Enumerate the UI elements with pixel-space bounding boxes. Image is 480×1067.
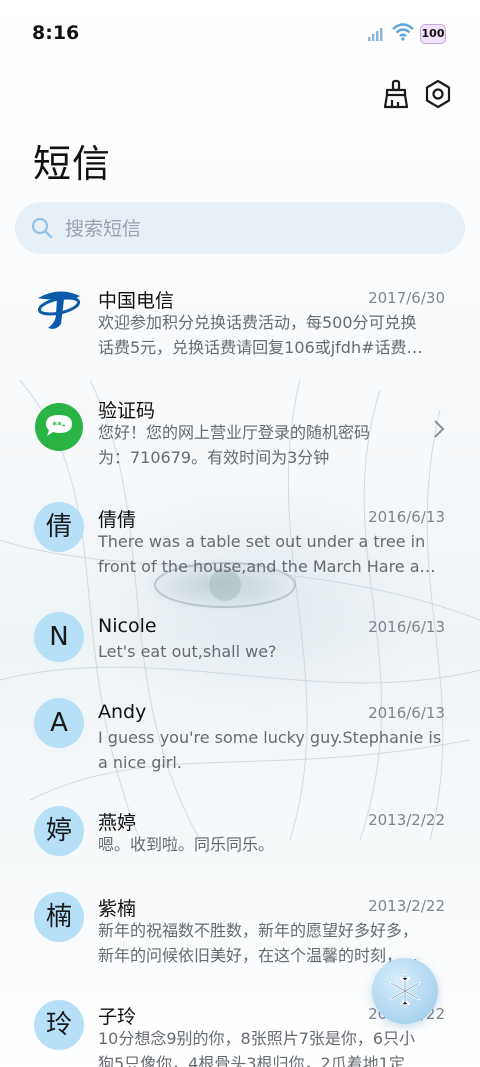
search-bar[interactable]	[15, 202, 465, 254]
battery-icon: 100	[420, 24, 446, 44]
message-preview: 您好！您的网上营业厅登录的随机密码 为：710679。有效时间为3分钟	[98, 420, 444, 470]
message-preview: There was a table set out under a tree i…	[98, 529, 444, 579]
page-title: 短信	[33, 142, 112, 186]
chevron-right-icon	[432, 418, 446, 444]
sender-name: 验证码	[98, 400, 156, 422]
message-date: 2013/2/22	[368, 897, 445, 915]
search-input[interactable]	[63, 212, 447, 246]
sender-name: 子玲	[98, 1006, 137, 1028]
sender-name: 倩倩	[98, 509, 137, 531]
preview-line-1: Let's eat out,shall we?	[98, 642, 277, 661]
preview-line-1: 欢迎参加积分兑换话费活动，每500分可兑换	[98, 313, 417, 332]
preview-line-2: 狗5只像你，4根骨头3根归你，2爪着地1定…	[98, 1054, 421, 1067]
preview-line-2: 为：710679。有效时间为3分钟	[98, 448, 330, 467]
preview-line-1: 10分想念9别的你，8张照片7张是你，6只小	[98, 1029, 416, 1048]
sender-name: Andy	[98, 701, 147, 723]
preview-line-1: 新年的祝福数不胜数，新年的愿望好多好多，	[98, 921, 419, 940]
message-date: 2016/6/13	[368, 508, 445, 526]
message-date: 2016/6/13	[368, 704, 445, 722]
sender-name: 燕婷	[98, 812, 137, 834]
avatar: 玲	[34, 1000, 84, 1050]
message-item-qianqian[interactable]: 倩 倩倩 2016/6/13 There was a table set out…	[0, 490, 480, 600]
status-bar: 8:16 100	[0, 0, 480, 66]
message-preview: 10分想念9别的你，8张照片7张是你，6只小 狗5只像你，4根骨头3根归你，2爪…	[98, 1026, 444, 1067]
preview-line-1: 嗯。收到啦。同乐同乐。	[98, 835, 275, 854]
verification-message-icon: **-	[34, 402, 84, 452]
message-item-yanting[interactable]: 婷 燕婷 2013/2/22 嗯。收到啦。同乐同乐。	[0, 796, 480, 882]
sender-name: 中国电信	[98, 290, 175, 312]
preview-line-1: 您好！您的网上营业厅登录的随机密码	[98, 423, 371, 442]
search-icon	[31, 217, 53, 239]
message-preview: I guess you're some lucky guy.Stephanie …	[98, 725, 444, 775]
preview-line-2: front of the house,and the March Hare an…	[98, 557, 444, 576]
avatar: N	[34, 612, 84, 662]
wifi-icon	[392, 23, 414, 45]
snowflake-compose-icon	[389, 973, 421, 1009]
avatar: A	[34, 698, 84, 748]
message-preview: 嗯。收到啦。同乐同乐。	[98, 832, 444, 857]
svg-text:**-: **-	[52, 421, 65, 431]
preview-line-1: I guess you're some lucky guy.Stephanie …	[98, 728, 442, 747]
message-preview: 欢迎参加积分兑换话费活动，每500分可兑换 话费5元，兑换话费请回复106或jf…	[98, 310, 444, 360]
preview-line-1: There was a table set out under a tree i…	[98, 532, 426, 551]
sender-name: 紫楠	[98, 898, 137, 920]
status-time: 8:16	[32, 22, 80, 44]
avatar: 婷	[34, 806, 84, 856]
avatar: 楠	[34, 892, 84, 942]
clean-icon[interactable]	[380, 78, 412, 110]
message-item-china-telecom[interactable]: 中国电信 2017/6/30 欢迎参加积分兑换话费活动，每500分可兑换 话费5…	[0, 270, 480, 380]
avatar: 倩	[34, 502, 84, 552]
message-preview: Let's eat out,shall we?	[98, 639, 444, 664]
preview-line-2: a nice girl.	[98, 753, 182, 772]
message-item-nicole[interactable]: N Nicole 2016/6/13 Let's eat out,shall w…	[0, 600, 480, 686]
china-telecom-logo	[34, 284, 84, 334]
signal-icon	[368, 26, 384, 45]
message-date: 2017/6/30	[368, 289, 445, 307]
message-date: 2013/2/22	[368, 811, 445, 829]
sender-name: Nicole	[98, 615, 157, 637]
message-item-verification-code[interactable]: **- 验证码 您好！您的网上营业厅登录的随机密码 为：710679。有效时间为…	[0, 380, 480, 490]
preview-line-2: 话费5元，兑换话费请回复106或jfdh#话费…	[98, 338, 423, 357]
message-date: 2016/6/13	[368, 618, 445, 636]
compose-button[interactable]	[372, 958, 438, 1024]
message-item-andy[interactable]: A Andy 2016/6/13 I guess you're some luc…	[0, 686, 480, 796]
settings-icon[interactable]	[422, 78, 454, 110]
